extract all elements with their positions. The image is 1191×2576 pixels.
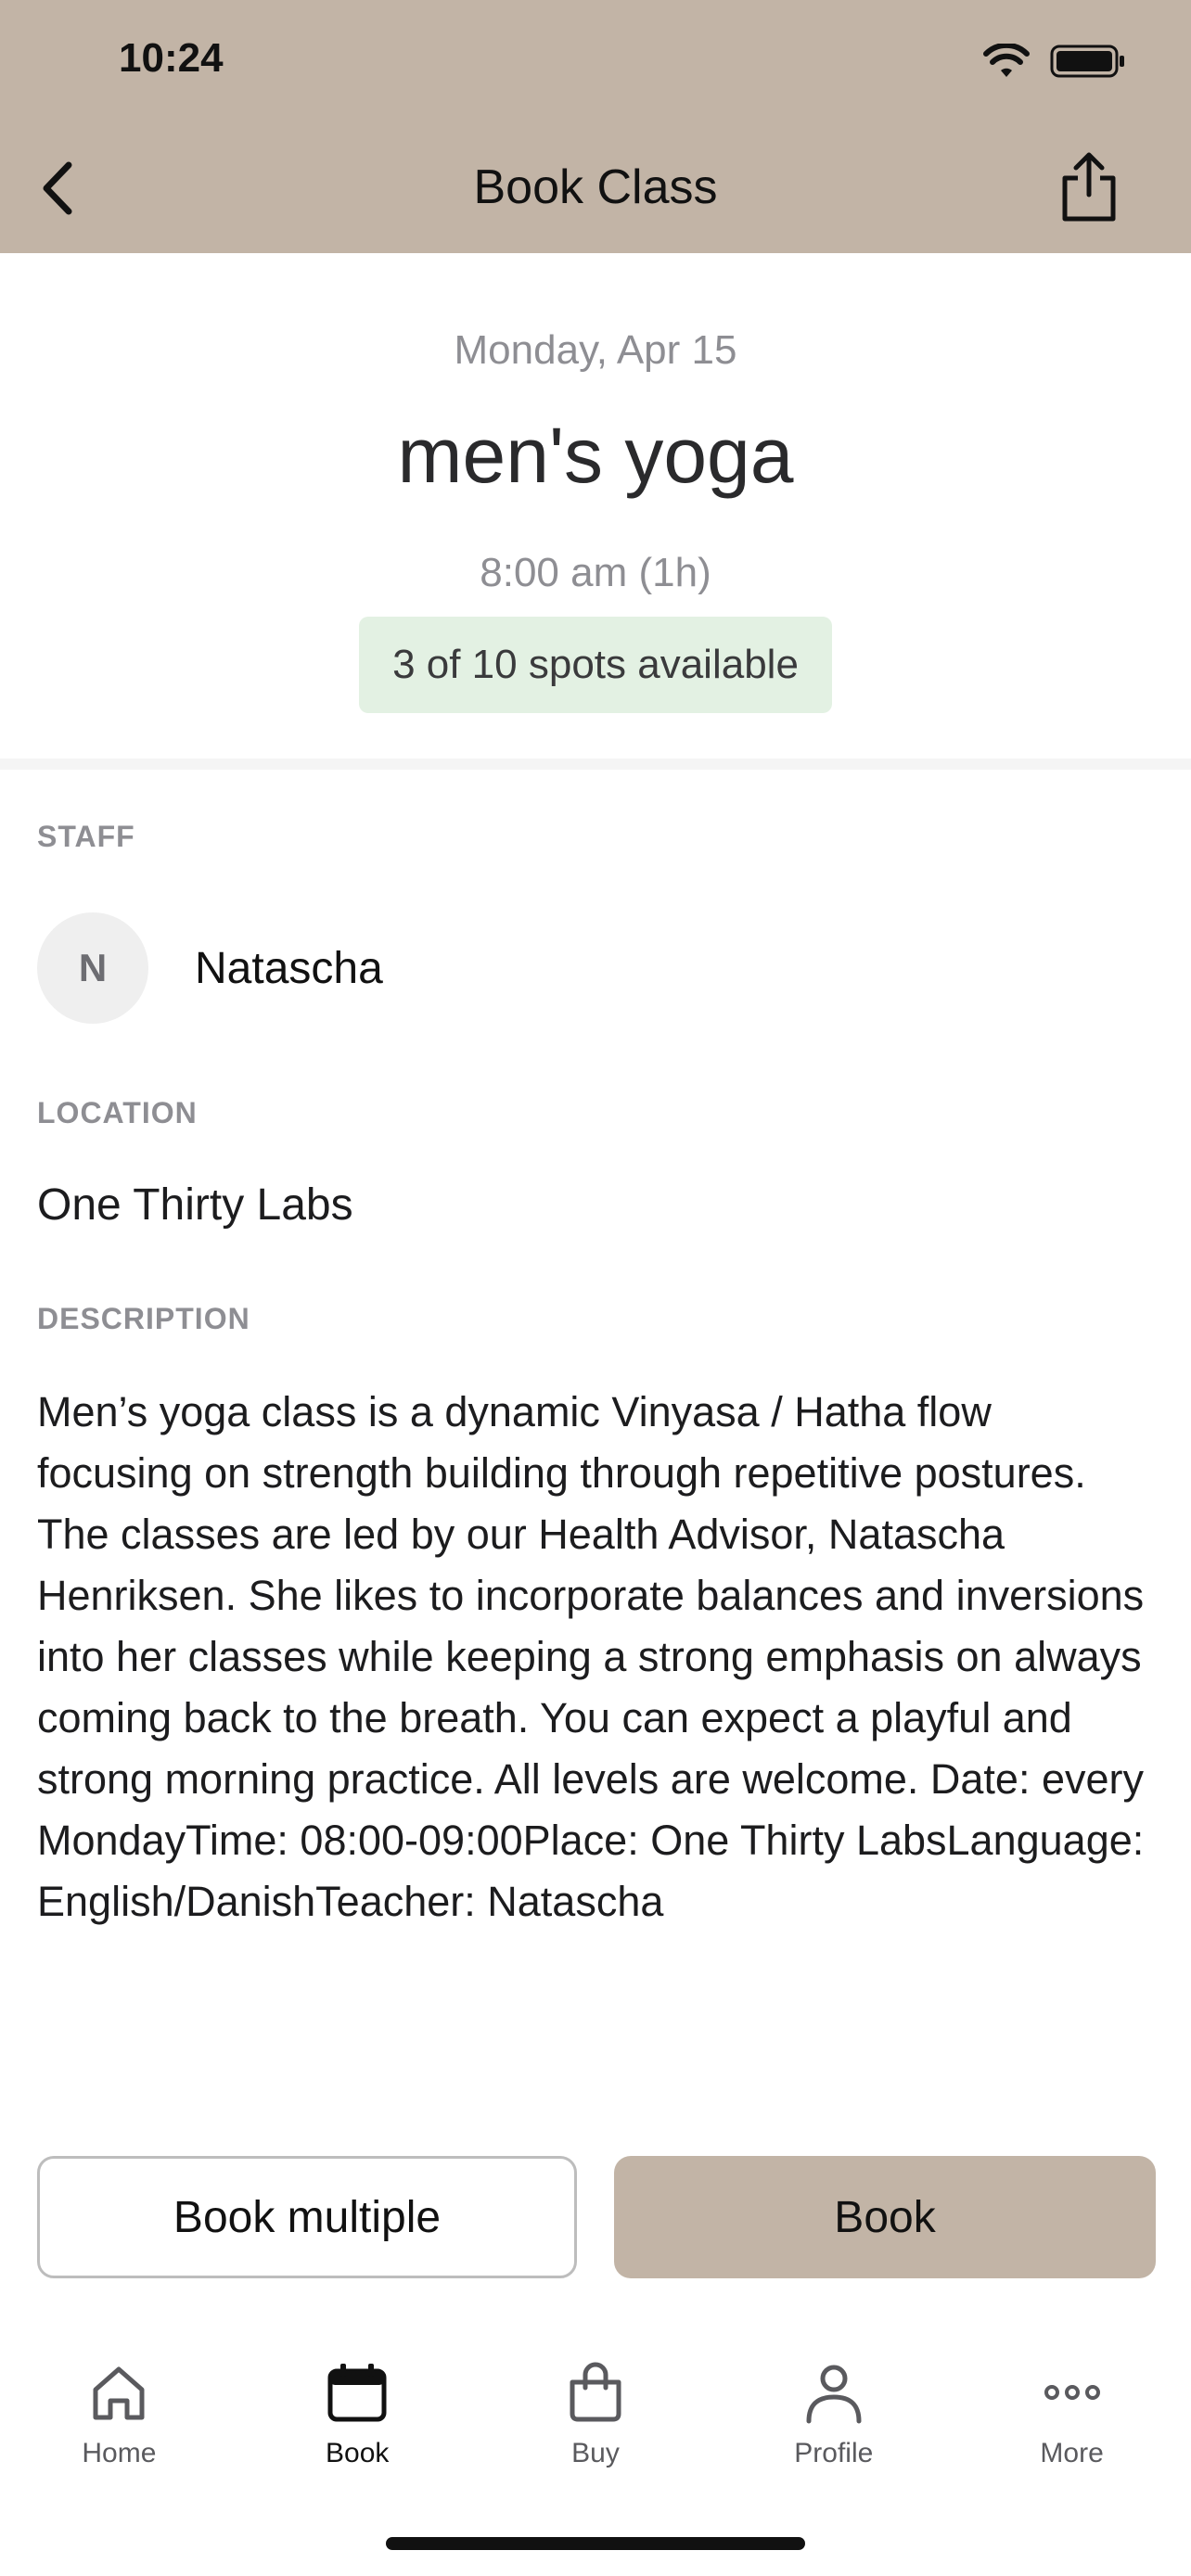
status-time: 10:24 [119, 35, 224, 81]
staff-name: Natascha [195, 943, 383, 993]
home-icon [93, 2366, 145, 2420]
description-text: Men’s yoga class is a dynamic Vinyasa / … [37, 1388, 1145, 1925]
tab-buy[interactable]: Buy [477, 2337, 715, 2504]
location-value: One Thirty Labs [37, 1180, 353, 1230]
tab-more[interactable]: More [953, 2337, 1191, 2504]
person-icon [806, 2365, 862, 2424]
page-title: Book Class [473, 160, 718, 214]
more-dots-icon [1044, 2385, 1100, 2400]
description-label: DESCRIPTION [37, 1302, 250, 1335]
shopping-bag-icon [570, 2362, 621, 2422]
calendar-icon [327, 2364, 387, 2422]
tab-home-label: Home [82, 2438, 157, 2468]
tab-book-label: Book [326, 2438, 390, 2468]
book-button[interactable]: Book [614, 2156, 1156, 2278]
wifi-icon [983, 44, 1030, 77]
tab-buy-label: Buy [571, 2438, 620, 2468]
book-multiple-button[interactable]: Book multiple [37, 2156, 577, 2278]
home-indicator [386, 2537, 805, 2550]
book-class-screen: 10:24 Book Class Monday, Apr 15 men's yo… [0, 0, 1191, 2576]
tab-profile[interactable]: Profile [714, 2337, 953, 2504]
class-time: 8:00 am (1h) [480, 550, 711, 595]
tab-more-label: More [1040, 2438, 1104, 2468]
avatar: N [37, 912, 148, 1024]
tab-profile-label: Profile [794, 2438, 874, 2468]
tab-book[interactable]: Book [238, 2337, 477, 2504]
class-summary: Monday, Apr 15 men's yoga 8:00 am (1h) 3… [0, 253, 1191, 759]
status-icons [983, 43, 1126, 80]
battery-icon [1050, 45, 1124, 78]
section-divider [0, 759, 1191, 770]
staff-row[interactable]: N Natascha [37, 912, 383, 1024]
spots-available-badge: 3 of 10 spots available [359, 617, 832, 713]
share-button[interactable] [1054, 150, 1124, 224]
class-date: Monday, Apr 15 [454, 327, 737, 373]
tab-home[interactable]: Home [0, 2337, 238, 2504]
app-header: 10:24 Book Class [0, 0, 1191, 253]
tab-bar: Home Book Buy Profile More [0, 2337, 1191, 2504]
staff-label: STAFF [37, 820, 135, 853]
class-title: men's yoga [397, 412, 794, 499]
share-icon [1062, 152, 1116, 222]
location-label: LOCATION [37, 1096, 198, 1129]
